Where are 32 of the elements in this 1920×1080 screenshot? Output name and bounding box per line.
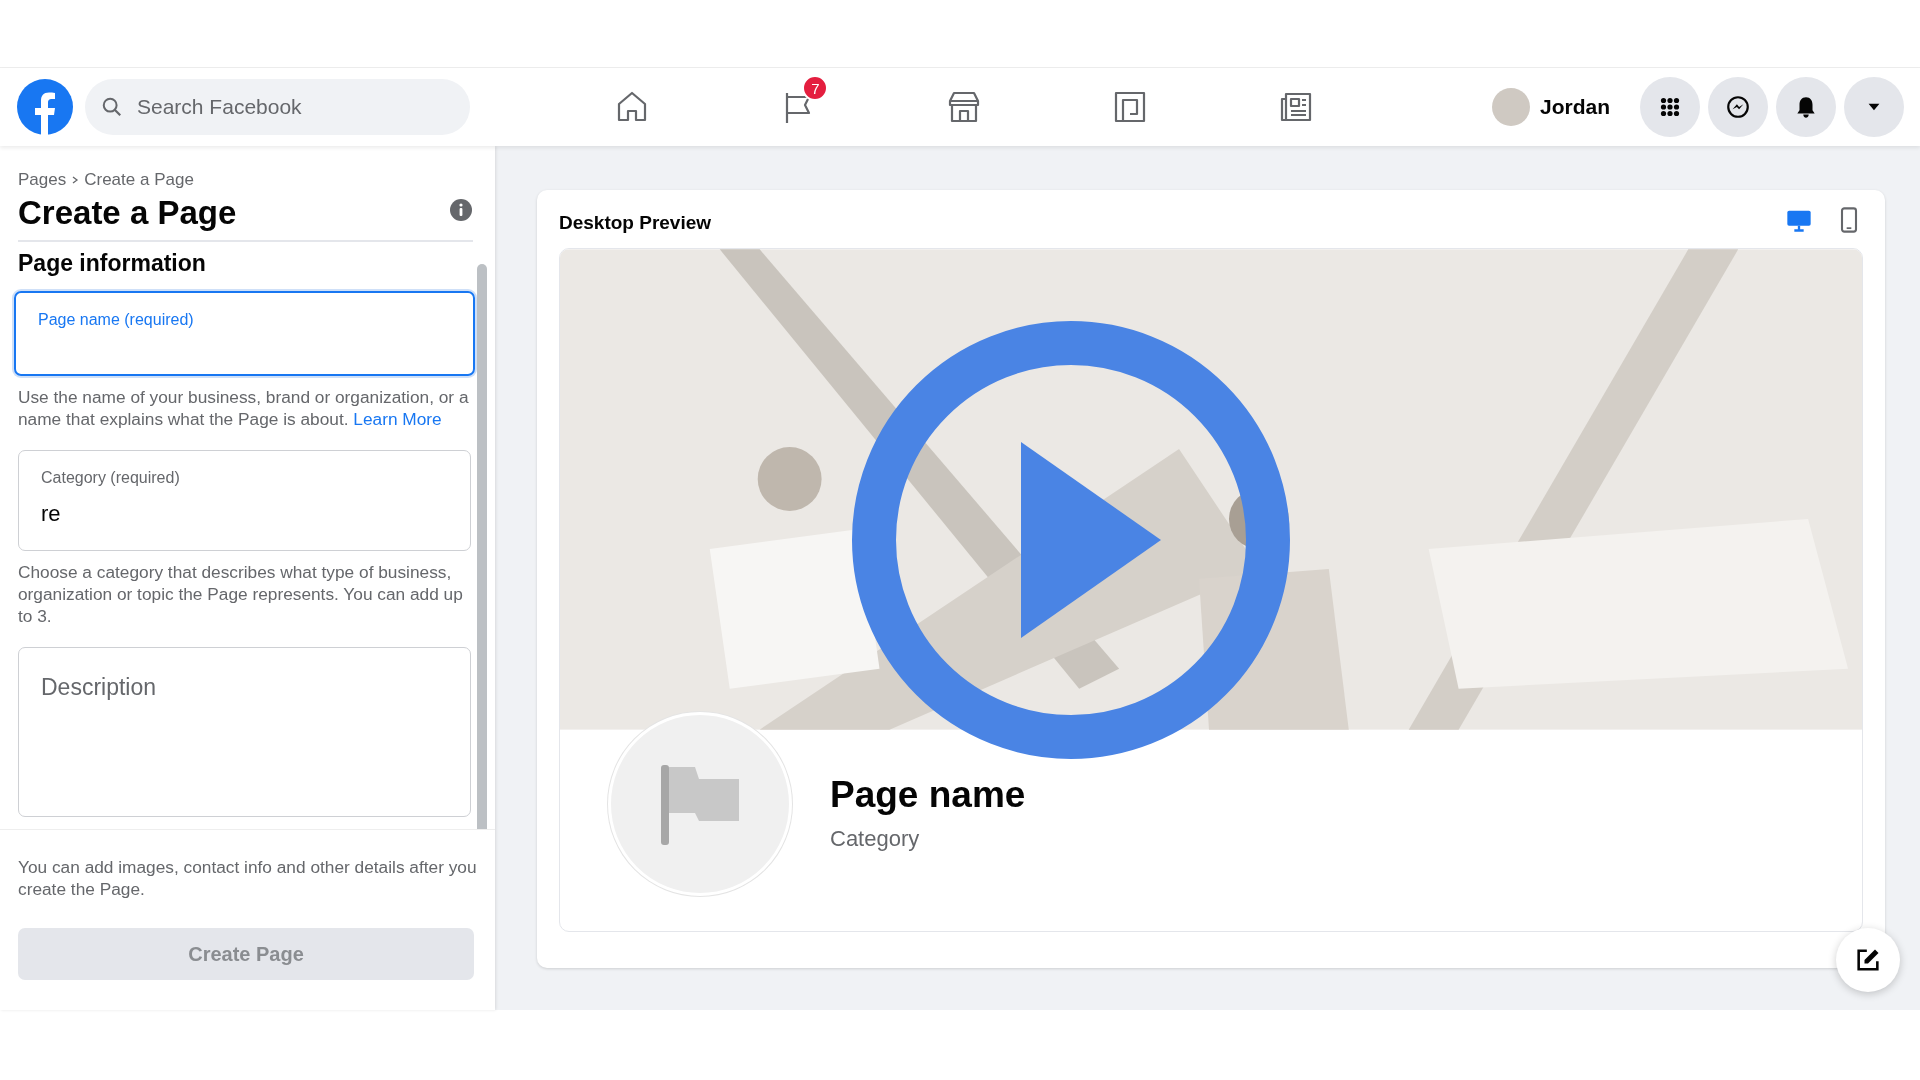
description-input[interactable]: Description	[41, 674, 449, 804]
helper-text: Choose a category that describes what type of business, organization or topic the Page represents. You can add up to 3.	[18, 561, 464, 627]
apps-grid-button[interactable]	[1640, 77, 1700, 137]
description-field[interactable]: Description	[18, 647, 472, 817]
text-input[interactable]: re	[41, 501, 449, 527]
text-field[interactable]: Category (required) re	[18, 450, 472, 551]
breadcrumb-link[interactable]: Create a Page	[84, 170, 194, 190]
learn-more-link[interactable]: Learn More	[353, 409, 442, 429]
notification-badge: 7	[802, 75, 829, 101]
logo[interactable]	[17, 79, 73, 135]
search-input[interactable]: Search Facebook	[135, 94, 435, 120]
avatar	[1491, 88, 1530, 126]
search-field[interactable]: Search Facebook	[85, 79, 470, 135]
messenger-button[interactable]	[1708, 77, 1768, 137]
search-icon[interactable]	[101, 96, 123, 118]
scrollbar[interactable]	[477, 264, 487, 829]
info-icon[interactable]	[449, 198, 473, 222]
play-button[interactable]	[851, 320, 1291, 760]
page-category: Category	[830, 826, 921, 852]
edit-icon	[1854, 946, 1882, 974]
messenger-icon	[1725, 94, 1751, 120]
section-heading: Page information	[18, 250, 207, 277]
edit-button[interactable]	[1836, 928, 1900, 992]
page-name: Page name	[830, 774, 1026, 816]
preview-title: Desktop Preview	[559, 212, 712, 234]
profile-link[interactable]: Jordan	[1491, 88, 1610, 126]
page-title: Create a Page	[18, 194, 237, 232]
helper-text: Use the name of your business, brand or organization, or a name that explains what the Page is about. Learn More	[18, 386, 470, 430]
breadcrumb-link[interactable]: Pages	[18, 170, 67, 190]
info-text: You can add images, contact info and other details after you create the Page.	[18, 856, 477, 900]
chevron-right-icon[interactable]	[71, 175, 80, 185]
text-field[interactable]: Page name (required)	[14, 291, 476, 376]
